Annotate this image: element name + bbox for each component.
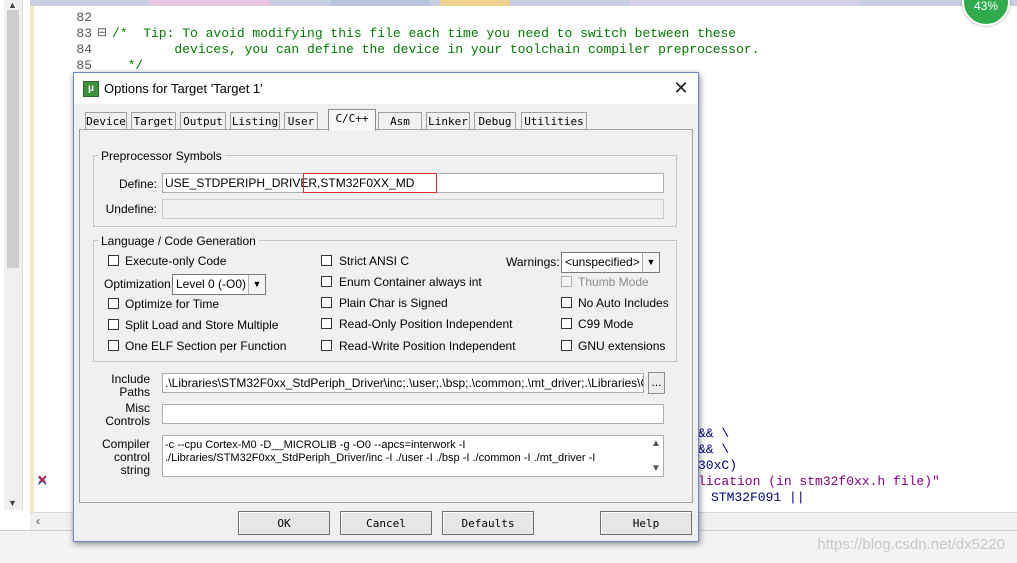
- optimization-select[interactable]: Level 0 (-O0) ▼: [172, 274, 266, 295]
- line-number: 84: [76, 42, 92, 57]
- tab-panel-c-cpp: Preprocessor Symbols Define: USE_STDPERI…: [79, 129, 693, 503]
- editor-vertical-scrollbar[interactable]: ▲ ▼: [4, 0, 23, 510]
- enum-container-checkbox[interactable]: [321, 276, 332, 287]
- scroll-left-arrow-icon[interactable]: ‹: [36, 514, 40, 528]
- strict-ansi-checkbox[interactable]: [321, 255, 332, 266]
- scroll-up-arrow-icon[interactable]: ▲: [651, 437, 661, 450]
- gnu-extensions-checkbox[interactable]: [561, 340, 572, 351]
- dialog-title: Options for Target 'Target 1': [104, 81, 263, 96]
- defaults-button[interactable]: Defaults: [442, 511, 534, 535]
- compiler-control-line: ./Libraries/STM32F0xx_StdPeriph_Driver/i…: [165, 452, 596, 464]
- strict-ansi-label: Strict ANSI C: [339, 254, 410, 268]
- textarea-scrollbar[interactable]: ▲ ▼: [648, 436, 663, 476]
- include-paths-input[interactable]: .\Libraries\STM32F0xx_StdPeriph_Driver\i…: [162, 373, 644, 393]
- optimization-value: Level 0 (-O0): [176, 277, 247, 291]
- include-paths-label: Paths: [119, 385, 150, 399]
- define-label: Define:: [118, 177, 157, 191]
- tab-utilities[interactable]: Utilities: [521, 112, 587, 130]
- chevron-down-icon: ▼: [642, 253, 659, 272]
- misc-controls-label: Controls: [105, 414, 150, 428]
- rwpi-checkbox[interactable]: [321, 340, 332, 351]
- tab-listing[interactable]: Listing: [230, 112, 280, 130]
- help-button[interactable]: Help: [600, 511, 692, 535]
- code-line: && \: [698, 426, 730, 441]
- misc-controls-label: Misc: [125, 401, 150, 415]
- thumb-mode-checkbox[interactable]: [561, 276, 572, 287]
- code-line: && \: [698, 442, 730, 457]
- compiler-control-label: control: [113, 450, 150, 464]
- preprocessor-group-title: Preprocessor Symbols: [98, 149, 225, 163]
- ok-button[interactable]: OK: [238, 511, 330, 535]
- warnings-value: <unspecified>: [565, 255, 640, 269]
- tab-debug[interactable]: Debug: [474, 112, 516, 130]
- ropi-checkbox[interactable]: [321, 318, 332, 329]
- dialog-titlebar[interactable]: μ Options for Target 'Target 1' ✕: [74, 73, 698, 104]
- tab-asm[interactable]: Asm: [378, 112, 422, 130]
- options-dialog: μ Options for Target 'Target 1' ✕ Device…: [73, 72, 699, 542]
- code-line: 30xC): [698, 458, 738, 473]
- no-auto-includes-checkbox[interactable]: [561, 297, 572, 308]
- scroll-thumb[interactable]: [7, 10, 19, 268]
- line-number: 83: [76, 26, 92, 41]
- scroll-up-arrow-icon[interactable]: ▲: [8, 0, 17, 10]
- chevron-down-icon: ▼: [248, 275, 265, 294]
- compiler-control-label: Compiler: [101, 437, 150, 451]
- line-number: 85: [76, 58, 92, 73]
- include-paths-label: Include: [111, 372, 150, 386]
- code-line: */: [112, 58, 144, 73]
- keil-app-icon: μ: [83, 81, 99, 97]
- optimize-time-label: Optimize for Time: [125, 297, 220, 311]
- scroll-down-arrow-icon[interactable]: ▼: [8, 498, 17, 508]
- ropi-label: Read-Only Position Independent: [339, 317, 513, 331]
- tab-target[interactable]: Target: [131, 112, 176, 130]
- execute-only-label: Execute-only Code: [125, 254, 227, 268]
- undefine-input[interactable]: [162, 199, 664, 219]
- undefine-label: Undefine:: [105, 202, 157, 216]
- code-line: lication (in stm32f0xx.h file)": [698, 474, 940, 489]
- misc-controls-input[interactable]: [162, 404, 664, 424]
- plain-char-label: Plain Char is Signed: [339, 296, 448, 310]
- optimization-label: Optimization:: [104, 277, 175, 291]
- rwpi-label: Read-Write Position Independent: [339, 339, 516, 353]
- c99-mode-checkbox[interactable]: [561, 318, 572, 329]
- split-load-label: Split Load and Store Multiple: [125, 318, 279, 332]
- language-group-title: Language / Code Generation: [98, 234, 259, 248]
- enum-container-label: Enum Container always int: [339, 275, 482, 289]
- code-line: STM32F091 ||: [711, 490, 805, 505]
- highlight-box: [303, 173, 437, 193]
- code-line: devices, you can define the device in yo…: [112, 42, 760, 57]
- one-elf-label: One ELF Section per Function: [125, 339, 287, 353]
- one-elf-checkbox[interactable]: [108, 340, 119, 351]
- tab-device[interactable]: Device: [85, 112, 127, 130]
- optimize-time-checkbox[interactable]: [108, 298, 119, 309]
- tab-output[interactable]: Output: [180, 112, 226, 130]
- c99-mode-label: C99 Mode: [578, 317, 634, 331]
- no-auto-includes-label: No Auto Includes: [578, 296, 669, 310]
- warnings-select[interactable]: <unspecified> ▼: [561, 252, 660, 273]
- scroll-down-arrow-icon[interactable]: ▼: [651, 462, 661, 475]
- tab-c-cpp[interactable]: C/C++: [328, 109, 376, 131]
- warnings-label: Warnings:: [506, 255, 560, 269]
- compiler-control-line: -c --cpu Cortex-M0 -D__MICROLIB -g -O0 -…: [165, 439, 466, 451]
- cancel-button[interactable]: Cancel: [340, 511, 432, 535]
- include-paths-browse-button[interactable]: ...: [648, 372, 665, 394]
- thumb-mode-label: Thumb Mode: [578, 275, 649, 289]
- compiler-control-string[interactable]: -c --cpu Cortex-M0 -D__MICROLIB -g -O0 -…: [162, 435, 664, 477]
- watermark: https://blog.csdn.net/dx5220: [817, 536, 1005, 553]
- breakpoint-marker-icon: ✕: [36, 472, 49, 490]
- code-line: /* Tip: To avoid modifying this file eac…: [112, 26, 737, 41]
- tab-linker[interactable]: Linker: [426, 112, 470, 130]
- gnu-extensions-label: GNU extensions: [578, 339, 666, 353]
- close-button[interactable]: ✕: [670, 77, 692, 99]
- tab-user[interactable]: User: [284, 112, 318, 130]
- line-number: 82: [76, 10, 92, 25]
- fold-marker-icon[interactable]: ⊟: [97, 25, 107, 39]
- plain-char-checkbox[interactable]: [321, 297, 332, 308]
- execute-only-checkbox[interactable]: [108, 255, 119, 266]
- compiler-control-label: string: [120, 463, 150, 477]
- split-load-checkbox[interactable]: [108, 319, 119, 330]
